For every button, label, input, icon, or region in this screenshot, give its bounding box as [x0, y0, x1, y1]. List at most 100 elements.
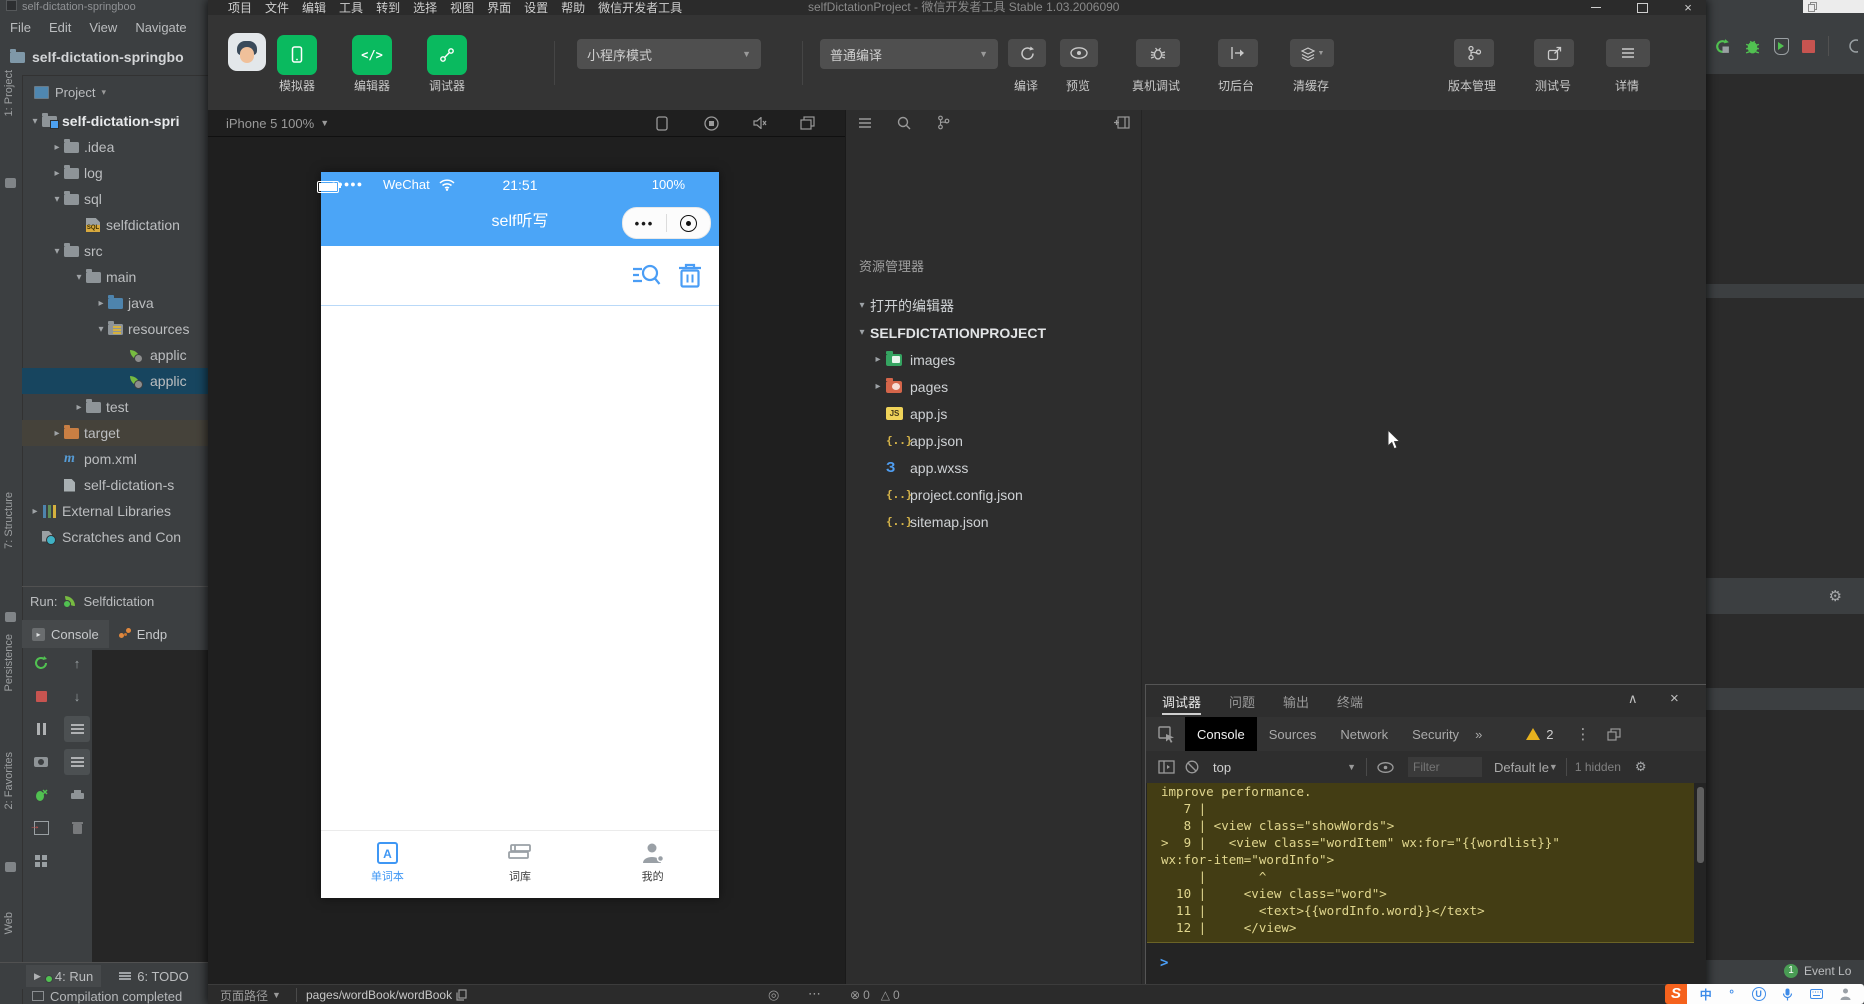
coverage-icon[interactable] — [1774, 38, 1789, 55]
context-selector[interactable]: top — [1213, 760, 1231, 775]
keyboard-icon[interactable] — [1810, 989, 1823, 999]
rerun-button[interactable] — [28, 650, 54, 676]
project-panel-header[interactable]: Project▾ — [22, 78, 208, 106]
chinese-mode-icon[interactable]: 中 — [1700, 986, 1712, 1003]
project-tree-item[interactable]: ▾main — [22, 264, 208, 290]
u-mode-icon[interactable]: U — [1752, 987, 1766, 1001]
project-tree-item[interactable]: self-dictation-s — [22, 472, 208, 498]
kebab-menu-icon[interactable]: ⋮ — [1576, 725, 1591, 743]
file-list-icon[interactable] — [858, 117, 872, 129]
down-stack-button[interactable]: ↓ — [64, 683, 90, 709]
tab-endpoints[interactable]: Endp — [109, 620, 177, 648]
up-stack-button[interactable]: ↑ — [64, 650, 90, 676]
scroll-to-end-button[interactable] — [64, 749, 90, 775]
tree-chevron-right-icon[interactable]: ▸ — [50, 142, 64, 153]
project-tree-item[interactable]: ▸target — [22, 420, 208, 446]
test-account-button[interactable] — [1534, 39, 1574, 67]
devtools-tab-sources[interactable]: Sources — [1257, 717, 1329, 751]
console-output[interactable]: improve performance. 7 | 8 | <view class… — [1146, 783, 1706, 984]
wcdt-menu-item[interactable]: 项目 — [228, 0, 252, 16]
chevron-right-icon[interactable]: ▸ — [870, 354, 886, 365]
wcdt-menu-item[interactable]: 微信开发者工具 — [598, 0, 682, 16]
preview-button[interactable] — [1060, 39, 1098, 67]
tab-problems[interactable]: 问题 — [1229, 685, 1255, 717]
explorer-file-item[interactable]: Ɛapp.wxss — [846, 454, 1142, 481]
tree-chevron-down-icon[interactable]: ▾ — [28, 116, 42, 127]
tab-wordbook[interactable]: A单词本 — [321, 831, 454, 893]
exit-button[interactable] — [28, 815, 54, 841]
punctuation-icon[interactable]: ° — [1729, 987, 1734, 1001]
intellij-menu-navigate[interactable]: Navigate — [135, 20, 186, 35]
wcdt-menu-item[interactable]: 界面 — [487, 0, 511, 16]
search-icon[interactable] — [631, 263, 661, 289]
pause-button[interactable] — [28, 716, 54, 742]
copy-icon[interactable] — [456, 989, 467, 1001]
tool-stripe-label[interactable]: Web — [3, 912, 15, 934]
clear-console-icon[interactable] — [1185, 760, 1199, 774]
compile-mode-dropdown[interactable]: 普通编译▼ — [820, 39, 998, 69]
minimize-button[interactable] — [1581, 0, 1611, 15]
multi-window-icon[interactable] — [800, 116, 815, 130]
console-sidebar-icon[interactable] — [1158, 760, 1175, 774]
project-tree-item[interactable]: ▾resources — [22, 316, 208, 342]
record-icon[interactable] — [704, 116, 719, 131]
search-icon[interactable] — [897, 116, 911, 130]
tree-chevron-right-icon[interactable]: ▸ — [28, 506, 42, 517]
project-tree-item[interactable]: applic — [22, 342, 208, 368]
tree-chevron-down-icon[interactable]: ▾ — [50, 194, 64, 205]
person-icon[interactable] — [1840, 988, 1851, 1000]
ellipsis-icon[interactable]: ⋯ — [808, 986, 821, 1002]
close-icon[interactable]: × — [1670, 690, 1679, 707]
wcdt-menu-item[interactable]: 文件 — [265, 0, 289, 16]
scrollbar-thumb[interactable] — [1697, 787, 1704, 863]
print-button[interactable] — [64, 782, 90, 808]
intellij-menu-file[interactable]: File — [10, 20, 31, 35]
error-counter[interactable]: ⊗0 △0 — [850, 985, 900, 1004]
tree-chevron-right-icon[interactable]: ▸ — [50, 428, 64, 439]
soft-wrap-button[interactable] — [64, 716, 90, 742]
tool-stripe-icon[interactable] — [5, 862, 16, 872]
device-frame-icon[interactable] — [656, 116, 668, 131]
project-tree-item[interactable]: ▸.idea — [22, 134, 208, 160]
project-tree-item[interactable]: ▾self-dictation-spri — [22, 108, 208, 134]
tree-chevron-right-icon[interactable]: ▸ — [72, 402, 86, 413]
tab-output[interactable]: 输出 — [1283, 685, 1309, 717]
tab-debugger[interactable]: 调试器 — [1162, 685, 1201, 717]
debugger-button[interactable] — [427, 35, 467, 75]
project-tree-item[interactable]: applic — [22, 368, 208, 394]
clear-cache-button[interactable]: ▼ — [1290, 39, 1334, 67]
intellij-breadcrumb[interactable]: self-dictation-springbo — [0, 39, 208, 76]
avatar[interactable] — [228, 33, 266, 71]
dock-icon[interactable] — [1607, 728, 1621, 741]
version-manage-button[interactable] — [1454, 39, 1494, 67]
explorer-file-item[interactable]: {..}project.config.json — [846, 481, 1142, 508]
explorer-project-root[interactable]: ▾SELFDICTATIONPROJECT — [846, 319, 1142, 346]
tab-lexicon[interactable]: 词库 — [454, 831, 587, 893]
close-button[interactable]: × — [1673, 0, 1703, 15]
tool-stripe-icon[interactable] — [5, 612, 16, 622]
wcdt-menu-item[interactable]: 转到 — [376, 0, 400, 16]
devtools-tab-network[interactable]: Network — [1328, 717, 1400, 751]
tool-stripe-icon[interactable] — [5, 178, 16, 188]
mode-dropdown[interactable]: 小程序模式▼ — [577, 39, 761, 69]
scrollbar[interactable] — [1697, 787, 1704, 947]
wcdt-menu-item[interactable]: 设置 — [524, 0, 548, 16]
background-button[interactable] — [1218, 39, 1258, 67]
git-branch-icon[interactable] — [937, 115, 950, 130]
watch-icon[interactable]: ◎ — [768, 987, 779, 1003]
clear-console-button[interactable] — [64, 815, 90, 841]
simulator-button[interactable] — [277, 35, 317, 75]
project-tree-item[interactable]: ▾sql — [22, 186, 208, 212]
tool-stripe-label[interactable]: 1: Project — [3, 70, 15, 116]
toolwindow-tab-run[interactable]: ▶4: Run — [26, 965, 101, 987]
inspect-icon[interactable] — [1158, 726, 1175, 743]
intellij-menu-view[interactable]: View — [89, 20, 117, 35]
add-panel-icon[interactable] — [1114, 116, 1130, 129]
explorer-file-item[interactable]: ▸images — [846, 346, 1142, 373]
tool-stripe-label[interactable]: 7: Structure — [3, 492, 15, 549]
tree-chevron-down-icon[interactable]: ▾ — [72, 272, 86, 283]
stop-icon[interactable] — [1802, 40, 1815, 53]
details-button[interactable] — [1606, 39, 1650, 67]
project-tree-item[interactable]: SQLselfdictation — [22, 212, 208, 238]
chevron-right-icon[interactable]: ▸ — [870, 381, 886, 392]
